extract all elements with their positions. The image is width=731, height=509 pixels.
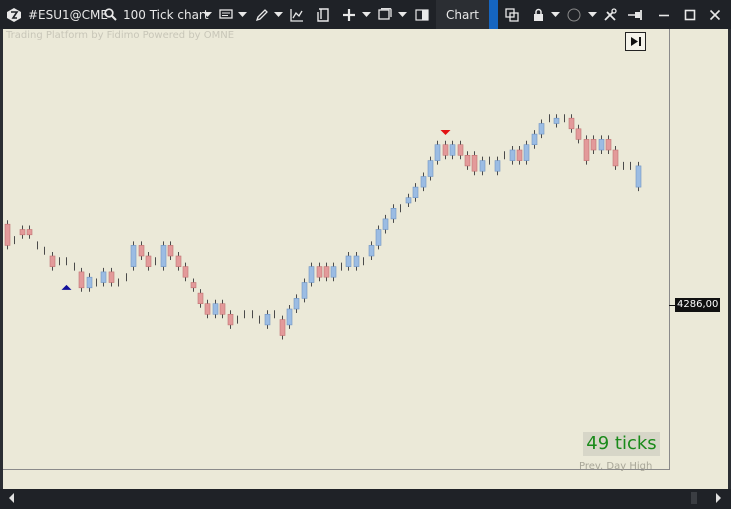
candle (449, 140, 456, 160)
candle (330, 262, 337, 282)
candle (427, 156, 434, 181)
candle (538, 119, 545, 139)
candle (494, 156, 501, 176)
candle (145, 252, 152, 271)
candle (382, 214, 389, 234)
candle (434, 140, 441, 165)
candle (204, 299, 211, 319)
candle (264, 310, 271, 329)
candle (583, 135, 590, 165)
candle (227, 310, 234, 329)
candle (405, 193, 412, 207)
candle (553, 114, 560, 128)
candle (190, 278, 197, 292)
candle (219, 299, 226, 319)
scroll-right-arrow-icon[interactable] (716, 493, 721, 503)
candle (100, 267, 107, 287)
candle (86, 273, 93, 292)
candle (4, 220, 11, 250)
candle (516, 146, 523, 165)
candle (108, 267, 115, 287)
sell-marker-icon (440, 130, 451, 135)
candle (138, 241, 145, 260)
price-axis-border (669, 29, 670, 469)
candle (375, 225, 382, 250)
scroll-to-end-button[interactable] (625, 32, 646, 51)
candle (353, 252, 360, 271)
candle (160, 241, 167, 271)
candle (279, 315, 286, 340)
candle (612, 146, 619, 170)
candle (212, 299, 219, 319)
scrollbar-thumb[interactable] (691, 492, 697, 504)
buy-marker-icon (61, 284, 72, 290)
candle (175, 252, 182, 271)
candle (457, 140, 464, 160)
candle (412, 183, 419, 202)
candle (598, 135, 605, 154)
candle (130, 241, 137, 271)
last-price-label: 4286,00 (675, 298, 721, 312)
candle (26, 225, 33, 239)
candle (479, 156, 486, 176)
candle (590, 135, 597, 154)
candle (471, 151, 478, 176)
candle (575, 124, 582, 144)
candle (19, 225, 26, 239)
horizontal-scrollbar[interactable] (0, 489, 731, 509)
scroll-left-arrow-icon[interactable] (9, 493, 14, 503)
candle (182, 262, 189, 282)
candle (531, 130, 538, 149)
candle (316, 262, 323, 282)
candle (605, 135, 612, 154)
candle (420, 172, 427, 192)
candle (635, 161, 642, 192)
skip-to-end-icon (630, 37, 641, 46)
candle (509, 146, 516, 165)
time-axis-border (3, 469, 670, 470)
candle (78, 267, 85, 292)
candle (323, 262, 330, 282)
candle (345, 252, 352, 271)
candle (49, 252, 56, 271)
prev-day-high-label: Prev. Day High (579, 461, 653, 472)
candle (464, 151, 471, 170)
candle (568, 114, 575, 133)
candle (197, 289, 204, 308)
candle (390, 204, 397, 223)
candle (368, 241, 375, 260)
candle (167, 241, 174, 260)
candle (301, 278, 308, 303)
candle (286, 305, 293, 329)
candle (523, 140, 530, 165)
candle (293, 294, 300, 313)
ticks-remaining-counter: 49 ticks (583, 432, 660, 456)
candle (442, 140, 449, 160)
candle (308, 262, 315, 287)
